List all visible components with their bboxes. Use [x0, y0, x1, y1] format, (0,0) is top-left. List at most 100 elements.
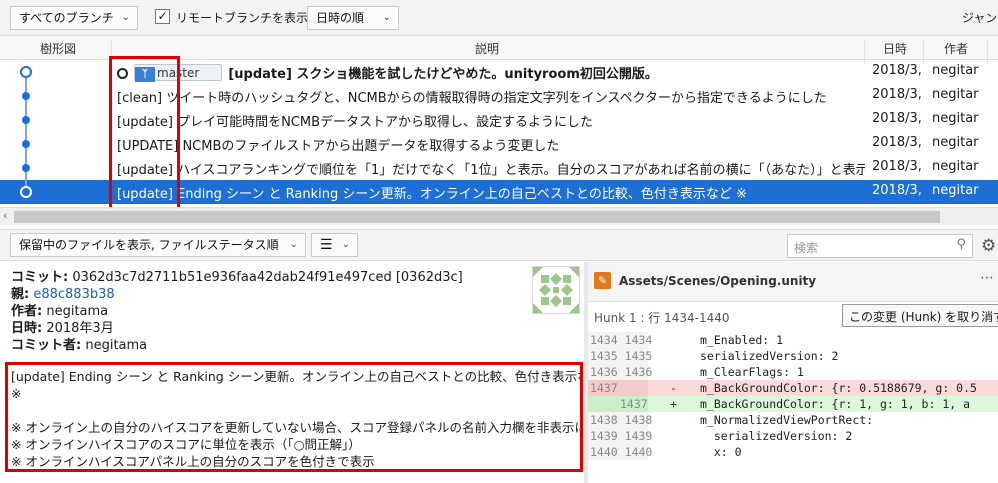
- scrollbar-thumb[interactable]: [14, 211, 940, 223]
- old-line-number: 1440: [590, 445, 618, 459]
- commit-description: [update] Ending シーン と Ranking シーン更新。オンライ…: [117, 187, 747, 202]
- branch-label-master[interactable]: ᛉ master: [134, 64, 223, 82]
- new-line-number: 1434: [624, 333, 653, 347]
- diff-view: 1434 1434 m_Enabled: 1 1435 1435 seriali…: [588, 330, 998, 483]
- more-options-icon[interactable]: ⋯: [980, 270, 994, 286]
- commit-message-line: [update] Ending シーン と Ranking シーン更新。オンライ…: [11, 369, 581, 384]
- top-toolbar: すべてのブランチ ⌄ ✓ リモートブランチを表示 日時の順 ⌄ ジャン: [0, 0, 998, 36]
- branches-dropdown[interactable]: すべてのブランチ ⌄: [10, 6, 138, 30]
- commit-message-line: ※ オンラインハイスコアのスコアに単位を表示（「○問正解」）: [11, 437, 361, 452]
- commit-description: [update] ハイスコアランキングで順位を「1」だけでなく「1位」と表示。自…: [117, 163, 865, 178]
- diff-text: serializedVersion: 2: [700, 349, 839, 363]
- commit-row-selected[interactable]: [update] Ending シーン と Ranking シーン更新。オンライ…: [0, 180, 998, 204]
- commit-author: negitar: [932, 87, 979, 102]
- commit-description: [UPDATE] NCMBのファイルストアから出題データを取得するよう変更した: [117, 139, 560, 154]
- diff-line: 1439 1439 serializedVersion: 2: [588, 428, 998, 444]
- commit-node-icon: [20, 186, 32, 198]
- commit-row[interactable]: ᛉ master [update] スクショ機能を試したけどやめた。unityroo…: [0, 60, 998, 84]
- commit-author: negitar: [932, 111, 979, 126]
- file-filter-label: 保留中のファイルを表示, ファイルステータス順: [19, 238, 279, 252]
- branch-name: master: [157, 66, 200, 80]
- old-line-number: 1439: [590, 429, 618, 443]
- commit-message-line: ※ オンライン上の自分のハイスコアを更新していない場合、スコア登録パネルの名前入…: [11, 420, 581, 435]
- diff-marker: -: [670, 381, 677, 395]
- commit-node-icon: [22, 164, 30, 172]
- new-line-number: 1440: [624, 445, 653, 459]
- commit-description: [update] スクショ機能を試したけどやめた。unityroom初回公開版。: [228, 67, 658, 82]
- diff-line: 1438 1438 m_NormalizedViewPortRect:: [588, 412, 998, 428]
- diff-text: serializedVersion: 2: [700, 429, 853, 443]
- diff-line-removed[interactable]: 1437 - m_BackGroundColor: {r: 0.5188679,…: [588, 380, 998, 396]
- chevron-down-icon: ⌄: [382, 12, 391, 23]
- committer-label: コミット者:: [11, 338, 82, 353]
- head-circle-icon: [117, 68, 128, 79]
- gear-icon[interactable]: ⚙: [981, 236, 996, 256]
- pencil-icon: ✎: [594, 272, 611, 289]
- commit-description: [clean] ツイート時のハッシュタグと、NCMBからの情報取得時の指定文字列…: [117, 91, 827, 106]
- commit-row[interactable]: [update] ハイスコアランキングで順位を「1」だけでなく「1位」と表示。自…: [0, 156, 998, 180]
- hunk-bar: Hunk 1 : 行 1434-1440 この変更 (Hunk) を取り消す: [588, 303, 998, 329]
- jump-to-label: ジャン: [962, 11, 998, 25]
- remote-branches-label: リモートブランチを表示: [176, 11, 309, 25]
- diff-line: 1435 1435 serializedVersion: 2: [588, 348, 998, 364]
- commit-node-icon: [22, 140, 30, 148]
- chevron-left-icon[interactable]: ‹: [3, 209, 7, 222]
- commit-description: [update] プレイ可能時間をNCMBデータストアから取得し、設定するように…: [117, 115, 594, 130]
- date-column-header[interactable]: 日時: [883, 40, 907, 57]
- horizontal-scrollbar[interactable]: ‹: [0, 207, 998, 225]
- new-line-number: 1435: [624, 349, 653, 363]
- diff-line-added[interactable]: 1437 + m_BackGroundColor: {r: 1, g: 1, b…: [588, 396, 998, 412]
- branch-icon: ᛉ: [135, 67, 155, 82]
- hunk-label: Hunk 1 : 行 1434-1440: [594, 311, 730, 325]
- branches-dropdown-label: すべてのブランチ: [19, 11, 114, 25]
- commit-hash: 0362d3c7d2711b51e936faa42dab24f91e497ced…: [72, 270, 463, 285]
- diff-line: 1436 1436 m_ClearFlags: 1: [588, 364, 998, 380]
- diff-marker: +: [670, 397, 677, 411]
- commit-date: 2018/3,: [872, 87, 922, 102]
- file-filter-dropdown[interactable]: 保留中のファイルを表示, ファイルステータス順 ⌄: [10, 233, 306, 257]
- commit-date: 2018/3,: [872, 183, 922, 198]
- commit-author: negitar: [932, 63, 979, 78]
- chevron-down-icon: ⌄: [121, 12, 130, 23]
- remote-branches-checkbox[interactable]: ✓: [155, 9, 170, 24]
- commit-author: negitar: [932, 159, 979, 174]
- old-line-number: 1437: [590, 381, 618, 395]
- graph-column-header[interactable]: 樹形図: [40, 40, 76, 57]
- old-line-number: 1435: [590, 349, 618, 363]
- search-icon: ⚲: [956, 237, 966, 252]
- new-line-number: 1439: [624, 429, 653, 443]
- list-icon: ☰: [320, 237, 333, 253]
- new-line-number: 1438: [624, 413, 653, 427]
- search-input[interactable]: 検索 ⚲: [787, 234, 973, 258]
- diff-text: m_BackGroundColor: {r: 0.5188679, g: 0.5: [700, 381, 977, 395]
- new-line-number: 1436: [624, 365, 653, 379]
- commit-message-line: ※: [11, 386, 22, 401]
- commit-row[interactable]: [update] プレイ可能時間をNCMBデータストアから取得し、設定するように…: [0, 108, 998, 132]
- file-toolbar: 保留中のファイルを表示, ファイルステータス順 ⌄ ☰ ⌄ 検索 ⚲ ⚙: [0, 229, 998, 261]
- diff-line: 1440 1440 x: 0: [588, 444, 998, 460]
- commit-author: negitar: [932, 183, 979, 198]
- discard-hunk-button[interactable]: この変更 (Hunk) を取り消す: [842, 304, 998, 327]
- commit-message-line: [11, 402, 581, 419]
- commit-date: 2018/3,: [872, 159, 922, 174]
- view-mode-dropdown[interactable]: ☰ ⌄: [311, 233, 358, 257]
- diff-line: 1434 1434 m_Enabled: 1: [588, 332, 998, 348]
- description-column-header[interactable]: 説明: [475, 40, 499, 57]
- diff-text: m_Enabled: 1: [700, 333, 784, 347]
- graph-branch-line: [25, 72, 27, 190]
- order-dropdown[interactable]: 日時の順 ⌄: [307, 6, 399, 30]
- new-line-number: 1437: [620, 397, 648, 411]
- diff-text: m_NormalizedViewPortRect:: [700, 413, 874, 427]
- author-column-header[interactable]: 作者: [944, 40, 968, 57]
- commit-message: [update] Ending シーン と Ranking シーン更新。オンライ…: [11, 368, 581, 470]
- order-dropdown-label: 日時の順: [316, 11, 365, 25]
- commit-node-icon: [20, 66, 32, 78]
- commit-row[interactable]: [clean] ツイート時のハッシュタグと、NCMBからの情報取得時の指定文字列…: [0, 84, 998, 108]
- commit-date: 2018/3,: [872, 135, 922, 150]
- avatar: [532, 266, 580, 314]
- diff-text: m_BackGroundColor: {r: 1, g: 1, b: 1, a: [700, 397, 971, 411]
- commit-author: negitar: [932, 135, 979, 150]
- commit-row[interactable]: [UPDATE] NCMBのファイルストアから出題データを取得するよう変更した …: [0, 132, 998, 156]
- chevron-down-icon: ⌄: [289, 239, 298, 250]
- committer-line: コミット者: negitama: [11, 334, 147, 353]
